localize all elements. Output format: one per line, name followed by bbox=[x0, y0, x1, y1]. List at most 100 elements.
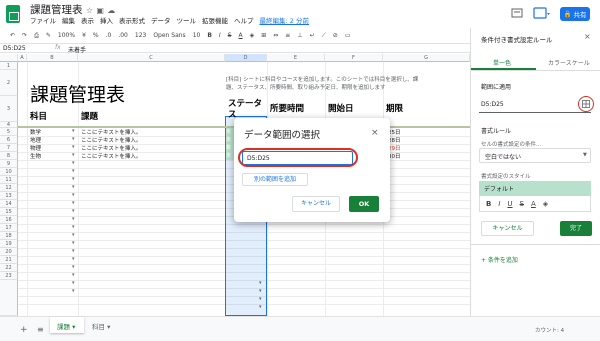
menu-edit[interactable]: 編集 bbox=[62, 15, 75, 25]
menu-file[interactable]: ファイル bbox=[30, 15, 56, 25]
chevron-down-icon[interactable]: ▾ bbox=[72, 248, 75, 254]
bold-button[interactable]: B bbox=[207, 32, 212, 39]
tab-color-scale[interactable]: カラースケール bbox=[548, 58, 590, 67]
menu-tools[interactable]: ツール bbox=[177, 15, 197, 25]
row-header[interactable]: 11 bbox=[0, 176, 18, 184]
row-header[interactable]: 15 bbox=[0, 208, 18, 216]
row-header[interactable]: 17 bbox=[0, 224, 18, 232]
bold-button[interactable]: B bbox=[486, 200, 491, 208]
chevron-down-icon[interactable]: ▾ bbox=[259, 288, 262, 294]
number-format-select[interactable]: 123 bbox=[135, 32, 146, 39]
rotate-icon[interactable]: ⟋ bbox=[322, 32, 326, 40]
row-header[interactable]: 7 bbox=[0, 144, 18, 152]
row-header[interactable]: 22 bbox=[0, 264, 18, 272]
close-icon[interactable]: × bbox=[371, 128, 379, 138]
subject-cell[interactable]: 物理 bbox=[30, 144, 41, 152]
italic-button[interactable]: I bbox=[498, 200, 500, 208]
chevron-down-icon[interactable]: ▾ bbox=[72, 216, 75, 222]
move-folder-icon[interactable]: ▣ bbox=[96, 6, 104, 15]
chevron-down-icon[interactable]: ▾ bbox=[72, 128, 75, 134]
chevron-down-icon[interactable]: ▾ bbox=[72, 264, 75, 270]
menu-help[interactable]: ヘルプ bbox=[234, 15, 254, 25]
row-header[interactable]: 8 bbox=[0, 152, 18, 160]
column-header-f[interactable]: F bbox=[325, 54, 383, 62]
chevron-down-icon[interactable]: ▾ bbox=[72, 280, 75, 286]
column-header-d[interactable]: D bbox=[225, 54, 267, 62]
link-icon[interactable]: ⊘ bbox=[333, 32, 338, 39]
all-sheets-button[interactable]: ≡ bbox=[37, 325, 44, 334]
paint-format-icon[interactable]: ✎ bbox=[46, 32, 51, 39]
sheet-title[interactable]: 課題管理表 bbox=[30, 80, 125, 107]
strikethrough-button[interactable]: S bbox=[520, 200, 524, 208]
chevron-down-icon[interactable]: ▾ bbox=[72, 232, 75, 238]
row-header[interactable]: 21 bbox=[0, 256, 18, 264]
name-box[interactable]: D5:D25 bbox=[3, 45, 26, 52]
strikethrough-button[interactable]: S bbox=[228, 32, 232, 39]
menu-view[interactable]: 表示 bbox=[81, 15, 94, 25]
chevron-down-icon[interactable]: ▾ bbox=[72, 256, 75, 262]
chevron-down-icon[interactable]: ▾ bbox=[72, 272, 75, 278]
row-header[interactable]: 20 bbox=[0, 248, 18, 256]
row-header[interactable]: 6 bbox=[0, 136, 18, 144]
add-range-button[interactable]: 別の範囲を追加 bbox=[242, 173, 308, 186]
row-header[interactable]: 12 bbox=[0, 184, 18, 192]
undo-icon[interactable]: ↶ bbox=[10, 32, 15, 39]
row-header[interactable]: 3 bbox=[0, 96, 18, 122]
task-cell[interactable]: ここにテキストを挿入。 bbox=[81, 136, 141, 144]
add-rule-button[interactable]: + 条件を追加 bbox=[481, 255, 518, 264]
chevron-down-icon[interactable]: ▾ bbox=[72, 152, 75, 158]
tab-single-color[interactable]: 単一色 bbox=[493, 58, 511, 67]
sheet-description[interactable]: [科目] シートに科目やコースを追加します。このシートでは科目を選択し、課題、ス… bbox=[226, 77, 424, 92]
chevron-down-icon[interactable]: ▾ bbox=[72, 200, 75, 206]
percent-button[interactable]: % bbox=[93, 32, 99, 39]
chevron-down-icon[interactable]: ▾ bbox=[72, 192, 75, 198]
redo-icon[interactable]: ↷ bbox=[22, 32, 27, 39]
present-icon[interactable] bbox=[533, 7, 551, 20]
currency-button[interactable]: ¥ bbox=[82, 32, 86, 39]
menu-extensions[interactable]: 拡張機能 bbox=[202, 15, 228, 25]
style-preview[interactable]: デフォルト bbox=[479, 181, 591, 196]
header-subject[interactable]: 科目 bbox=[30, 110, 47, 122]
row-header[interactable]: 18 bbox=[0, 232, 18, 240]
decrease-decimal-button[interactable]: .0 bbox=[106, 32, 112, 39]
merge-icon[interactable]: ⇔ bbox=[273, 32, 278, 39]
column-header-b[interactable]: B bbox=[27, 54, 78, 62]
select-all-corner[interactable] bbox=[0, 54, 18, 62]
panel-cancel-button[interactable]: キャンセル bbox=[481, 221, 534, 236]
task-cell[interactable]: ここにテキストを挿入。 bbox=[81, 152, 141, 160]
row-header[interactable]: 16 bbox=[0, 216, 18, 224]
comment-icon[interactable]: ▭ bbox=[345, 32, 351, 39]
header-start-date[interactable]: 開始日 bbox=[328, 102, 354, 114]
font-select[interactable]: Open Sans bbox=[153, 32, 185, 39]
cancel-button[interactable]: キャンセル bbox=[292, 196, 340, 212]
chevron-down-icon[interactable]: ▼ bbox=[583, 152, 587, 158]
task-cell[interactable]: ここにテキストを挿入。 bbox=[81, 128, 141, 136]
sheet-tab[interactable]: 科目 ▾ bbox=[92, 321, 110, 331]
sheets-logo-icon[interactable] bbox=[6, 5, 20, 23]
row-header[interactable]: 2 bbox=[0, 70, 18, 96]
valign-icon[interactable]: ⊥ bbox=[297, 32, 302, 39]
subject-cell[interactable]: 生物 bbox=[30, 152, 41, 160]
ok-button[interactable]: OK bbox=[349, 196, 379, 212]
column-header-c[interactable]: C bbox=[78, 54, 225, 62]
fill-color-icon[interactable]: ◈ bbox=[543, 200, 548, 208]
header-task[interactable]: 課題 bbox=[81, 110, 98, 122]
sheet-tab-active[interactable]: 課題 ▾ bbox=[50, 317, 84, 333]
zoom-select[interactable]: 100% bbox=[58, 32, 75, 39]
star-icon[interactable]: ☆ bbox=[86, 6, 93, 15]
chevron-down-icon[interactable]: ▾ bbox=[72, 168, 75, 174]
row-header[interactable]: 9 bbox=[0, 160, 18, 168]
print-icon[interactable]: ⎙ bbox=[34, 32, 39, 40]
chevron-down-icon[interactable]: ▾ bbox=[72, 208, 75, 214]
row-header[interactable]: 1 bbox=[0, 62, 18, 70]
apply-range-input[interactable]: D5:D25 bbox=[479, 96, 591, 113]
formula-input[interactable]: 未着手 bbox=[68, 45, 86, 54]
chevron-down-icon[interactable]: ▾ bbox=[72, 176, 75, 182]
header-due-date[interactable]: 期限 bbox=[386, 102, 403, 114]
subject-cell[interactable]: 数学 bbox=[30, 128, 41, 136]
column-header-a[interactable]: A bbox=[18, 54, 27, 62]
close-icon[interactable]: × bbox=[584, 32, 591, 41]
chevron-down-icon[interactable]: ▾ bbox=[72, 323, 75, 331]
text-color-button[interactable]: A bbox=[531, 200, 536, 208]
chevron-down-icon[interactable]: ▾ bbox=[72, 184, 75, 190]
